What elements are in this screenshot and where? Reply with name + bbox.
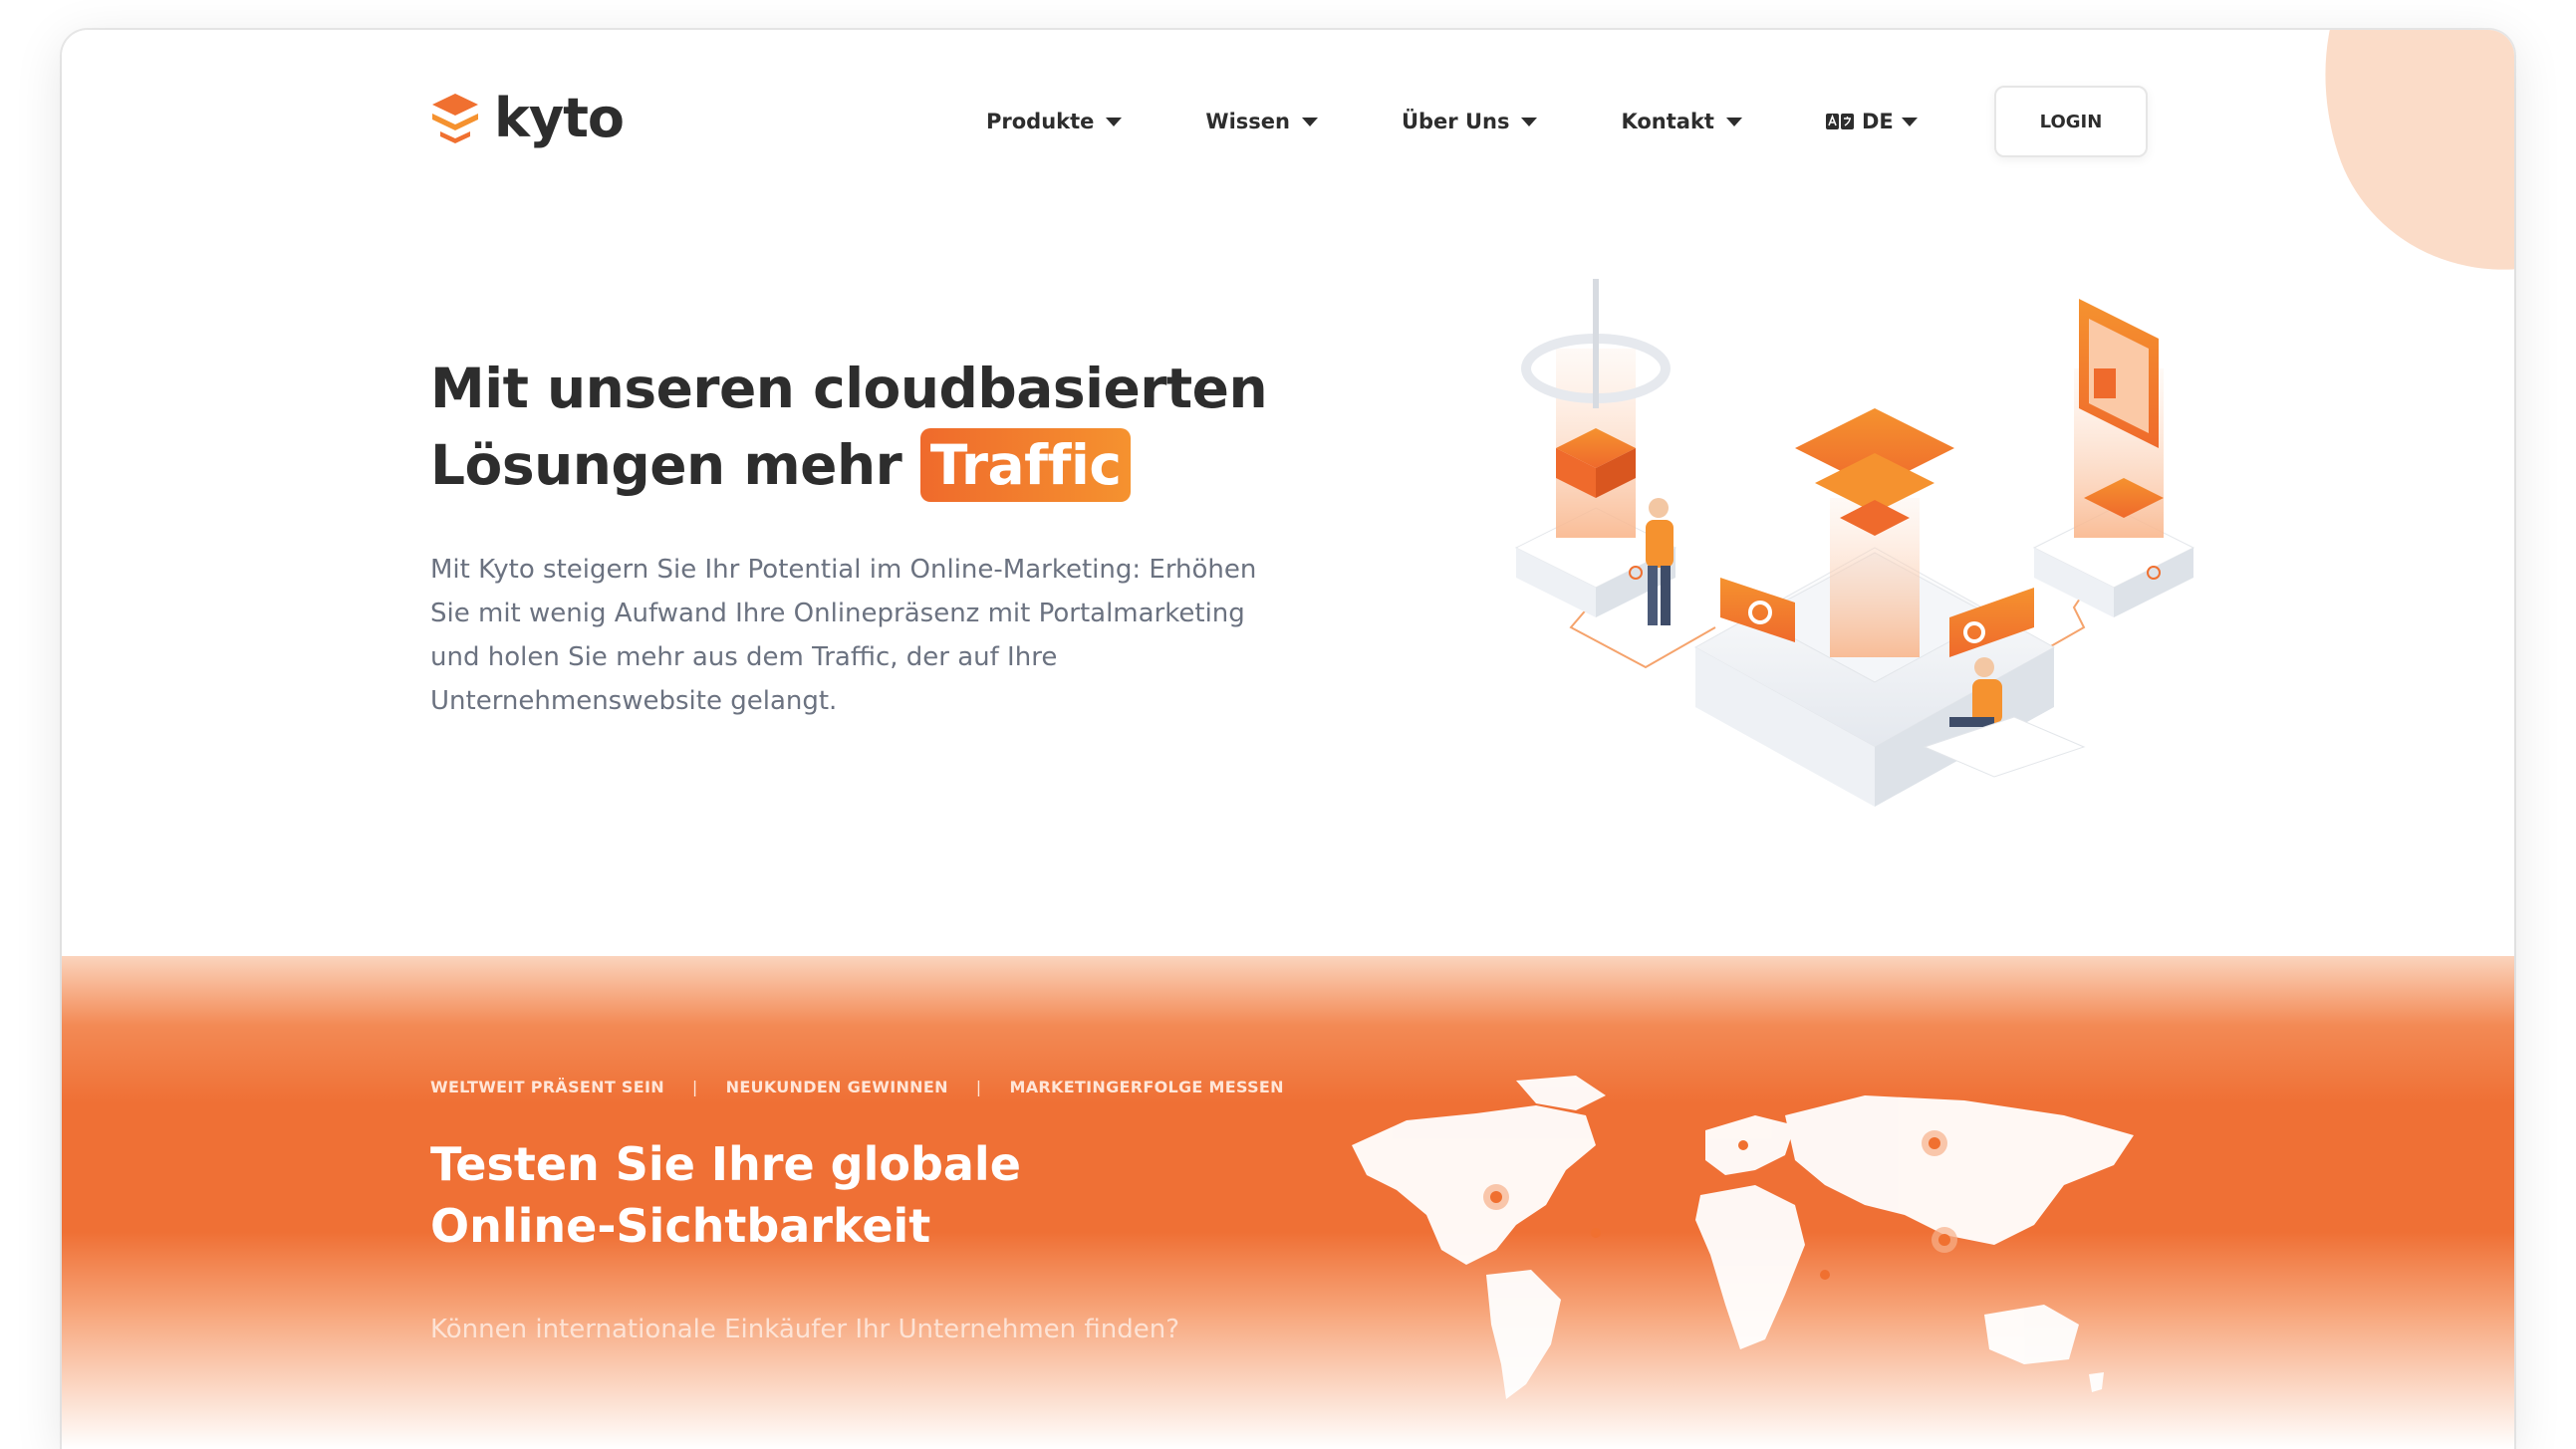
nav-item-ueber-uns[interactable]: Über Uns (1402, 110, 1538, 133)
hero-title: Mit unseren cloudbasierten Lösungen mehr… (430, 351, 1327, 504)
tag-divider: | (975, 1078, 982, 1096)
nav-item-produkte[interactable]: Produkte (986, 110, 1123, 133)
nav-item-label: Wissen (1205, 110, 1290, 133)
caret-down-icon (1301, 117, 1318, 126)
logo-icon (432, 94, 478, 143)
language-label: DE (1861, 110, 1894, 133)
hero-title-line1: Mit unseren cloudbasierten (430, 357, 1268, 420)
nav-item-kontakt[interactable]: Kontakt (1621, 110, 1742, 133)
logo[interactable]: kyto (430, 87, 625, 149)
login-button[interactable]: LOGIN (1994, 86, 2148, 157)
language-icon (1825, 114, 1854, 129)
section-title: Testen Sie Ihre globale Online-Sichtbark… (430, 1137, 1021, 1253)
nav-item-wissen[interactable]: Wissen (1205, 110, 1318, 133)
nav-item-label: Kontakt (1621, 110, 1714, 133)
hero-title-highlight: Traffic (919, 428, 1132, 502)
tag-label: WELTWEIT PRÄSENT SEIN (430, 1078, 664, 1096)
language-selector[interactable]: DE (1825, 110, 1918, 133)
nav-item-label: Über Uns (1401, 110, 1510, 133)
cloud-server-illustration (1514, 279, 2195, 807)
section-subtitle: Können internationale Einkäufer Ihr Unte… (430, 1315, 1180, 1344)
hero-description: Mit Kyto steigern Sie Ihr Potential im O… (430, 555, 1257, 716)
caret-down-icon (1725, 117, 1742, 126)
world-map-illustration (1352, 1076, 2134, 1399)
decorative-blob (2273, 30, 2514, 317)
hero-title-line2: Lösungen mehr (430, 433, 902, 497)
main-nav: Produkte Wissen Über Uns Kontakt DE (986, 110, 2001, 133)
caret-down-icon (1106, 117, 1123, 126)
tag-label: MARKETINGERFOLGE MESSEN (1009, 1078, 1284, 1096)
nav-item-label: Produkte (986, 110, 1095, 133)
feature-tags: WELTWEIT PRÄSENT SEIN | NEUKUNDEN GEWINN… (430, 1078, 1284, 1096)
tag-divider: | (691, 1078, 698, 1096)
logo-text: kyto (494, 87, 625, 149)
tag-label: NEUKUNDEN GEWINNEN (725, 1078, 948, 1096)
browser-window: kyto Produkte Wissen Über Uns Kontakt DE (62, 30, 2514, 1449)
caret-down-icon (1901, 117, 1918, 126)
caret-down-icon (1521, 117, 1538, 126)
